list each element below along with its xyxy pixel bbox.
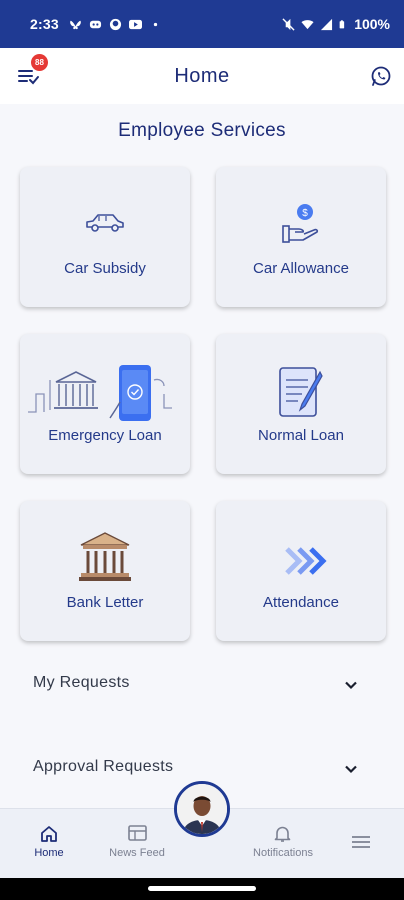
notification-icons <box>69 18 162 31</box>
chevron-down-icon <box>345 765 357 774</box>
hand-coin-icon: $ <box>282 204 319 243</box>
battery-percent: 100% <box>354 16 390 32</box>
nav-notifications[interactable]: Notifications <box>244 809 322 879</box>
document-pen-icon <box>279 367 323 417</box>
nav-label: Home <box>34 847 64 859</box>
section-title: Employee Services <box>118 120 286 141</box>
service-card-normal-loan[interactable]: Normal Loan <box>216 334 386 474</box>
dot-icon <box>153 22 157 26</box>
car-icon <box>86 214 124 232</box>
service-card-car-allowance[interactable]: $ Car Allowance <box>216 167 386 307</box>
nav-news-feed[interactable]: News Feed <box>102 809 172 879</box>
phone-bank-icon <box>28 365 172 421</box>
service-label: Emergency Loan <box>48 427 162 444</box>
home-gesture-handle[interactable] <box>148 886 256 891</box>
github-icon <box>109 18 121 30</box>
service-card-attendance[interactable]: Attendance <box>216 501 386 641</box>
service-label: Normal Loan <box>258 427 344 444</box>
service-label: Attendance <box>263 594 339 611</box>
wifi-icon <box>301 19 314 29</box>
discord-icon <box>89 20 101 28</box>
bell-icon <box>274 826 291 842</box>
home-icon <box>41 826 57 842</box>
chevron-down-icon <box>345 681 357 690</box>
nav-label: News Feed <box>109 847 165 859</box>
page-title: Home <box>174 64 230 87</box>
battery-icon <box>339 19 345 28</box>
service-label: Bank Letter <box>66 594 144 611</box>
service-label: Car Allowance <box>253 260 349 277</box>
hamburger-icon <box>352 836 370 848</box>
accordion-label: Approval Requests <box>33 758 174 775</box>
profile-avatar[interactable] <box>174 781 230 837</box>
nav-home[interactable]: Home <box>22 809 76 879</box>
whatsapp-icon[interactable] <box>370 65 392 87</box>
notification-badge: 88 <box>31 54 48 71</box>
bank-icon <box>79 532 131 581</box>
service-label: Car Subsidy <box>64 260 146 277</box>
svg-text:$: $ <box>302 208 308 219</box>
chevrons-right-icon <box>285 547 327 575</box>
nav-more-menu[interactable] <box>346 809 376 879</box>
bluesky-icon <box>69 20 81 29</box>
status-bar: 2:33 100% <box>0 0 404 48</box>
profile-photo <box>177 784 227 834</box>
mute-icon <box>282 17 295 31</box>
accordion-my-requests[interactable]: My Requests <box>0 664 404 704</box>
status-time: 2:33 <box>30 16 59 32</box>
app-header: 88 Home <box>0 48 404 104</box>
news-feed-icon <box>128 825 147 841</box>
service-card-emergency-loan[interactable]: Emergency Loan <box>20 334 190 474</box>
system-status: 100% <box>282 16 390 32</box>
signal-icon <box>321 18 333 30</box>
nav-label: Notifications <box>253 847 313 859</box>
accordion-label: My Requests <box>33 674 130 691</box>
youtube-icon <box>128 19 142 29</box>
service-card-bank-letter[interactable]: Bank Letter <box>20 501 190 641</box>
service-card-car-subsidy[interactable]: Car Subsidy <box>20 167 190 307</box>
